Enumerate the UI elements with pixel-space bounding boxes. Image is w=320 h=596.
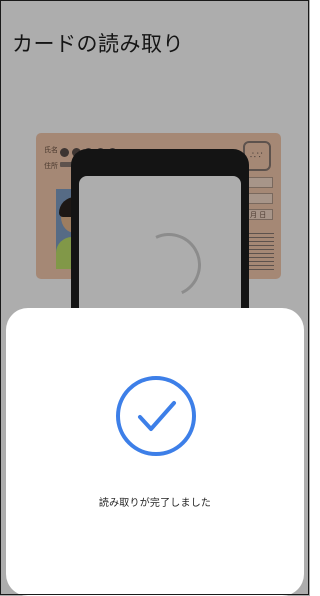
completion-message: 読み取りが完了しました bbox=[98, 498, 212, 509]
check-circle-icon bbox=[116, 376, 196, 456]
app-screen: カードの読み取り 氏名 住所 ∴∵ 月 日 読み取りが完了しました bbox=[0, 0, 310, 596]
completion-dialog: 読み取りが完了しました bbox=[6, 308, 304, 596]
